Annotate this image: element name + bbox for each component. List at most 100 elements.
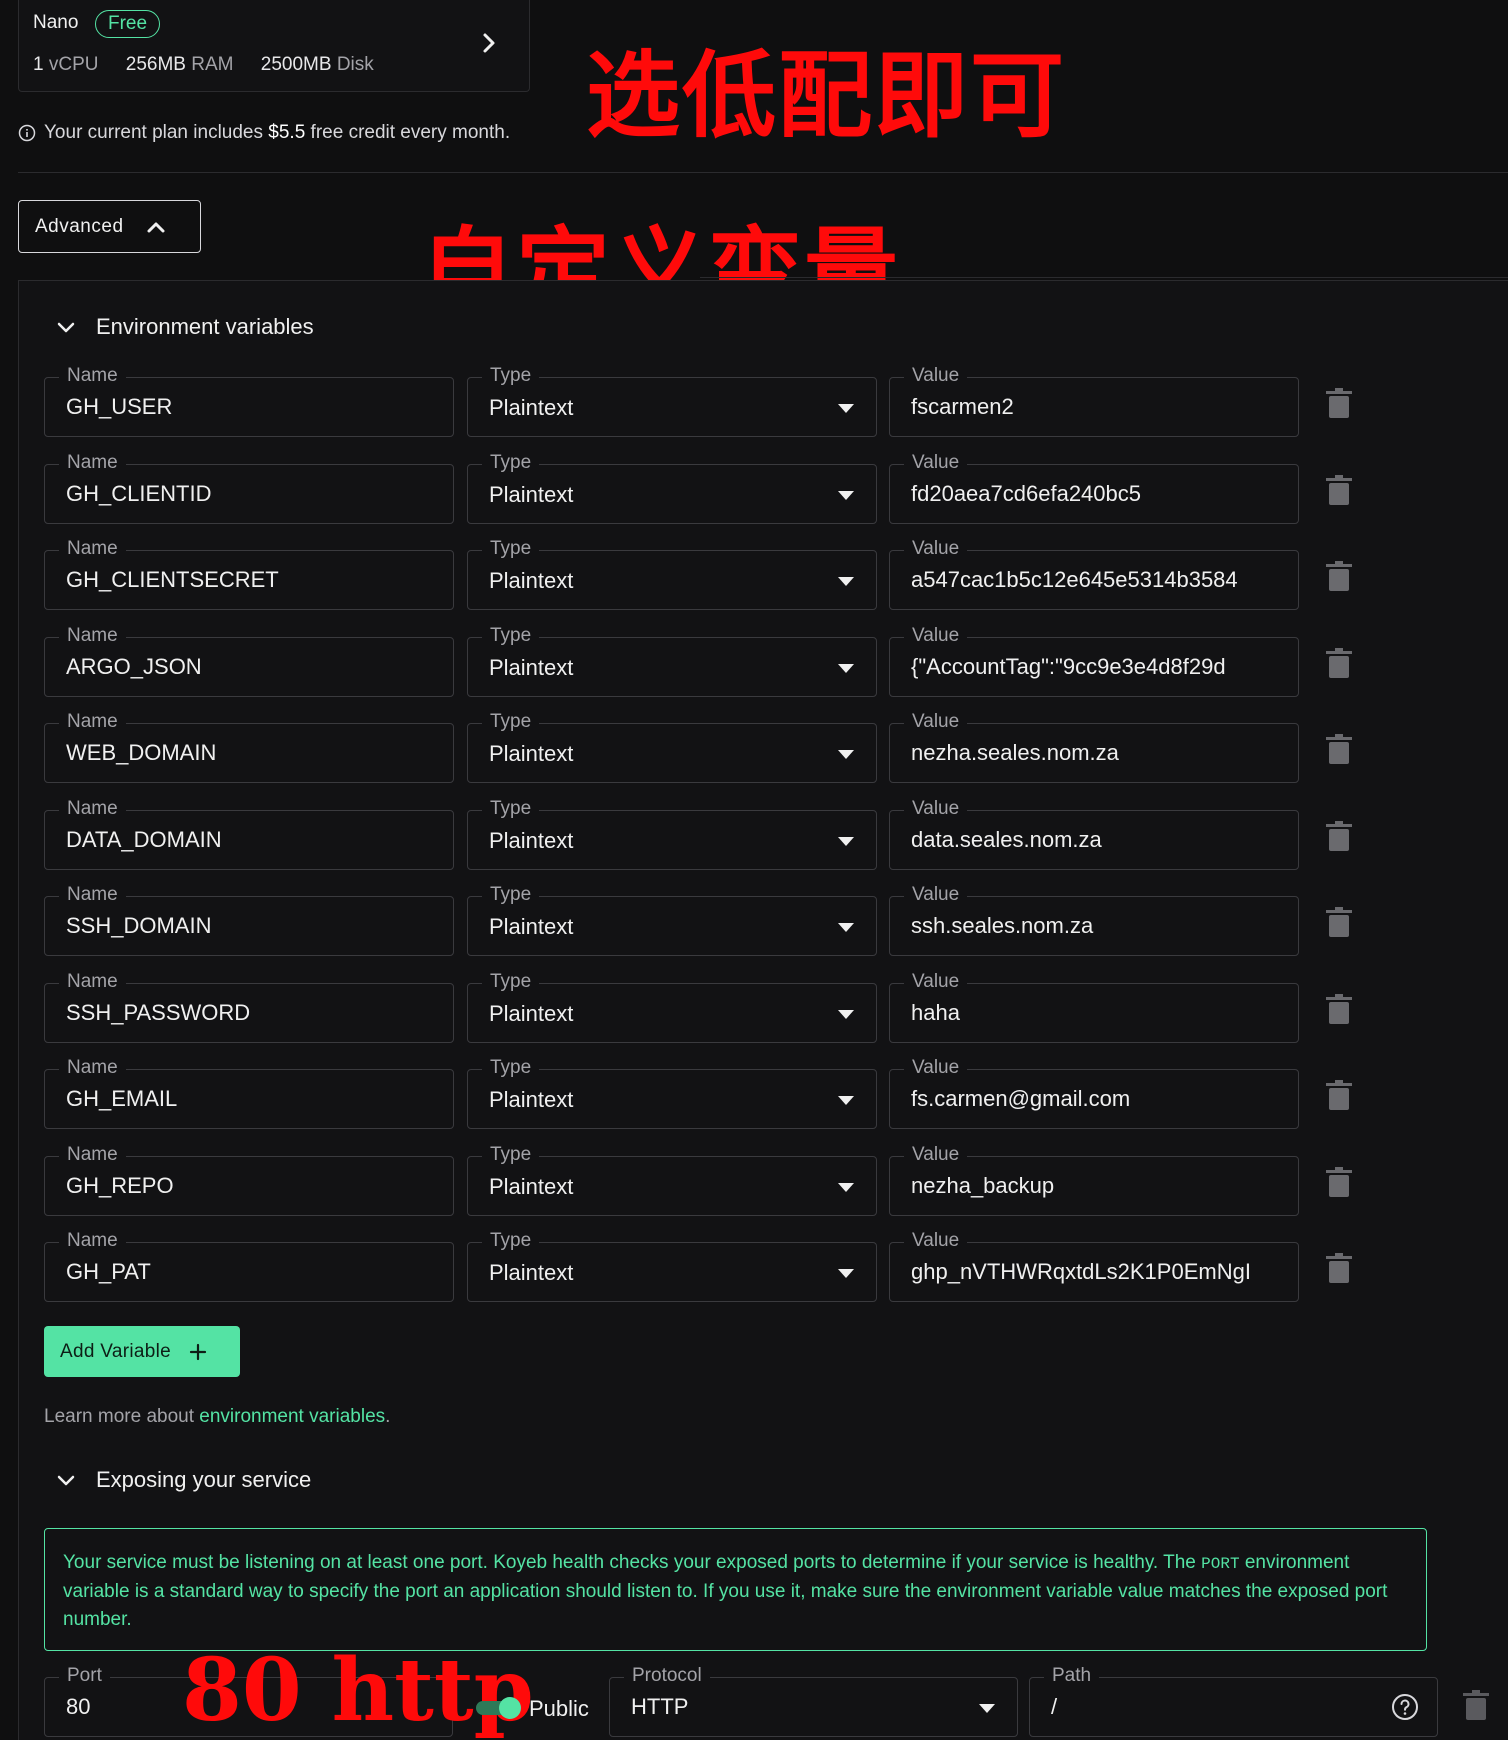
plan-name: Nano — [33, 12, 79, 33]
divider — [18, 172, 1508, 173]
type-label: Type — [482, 970, 540, 994]
disk-value: 2500MB — [260, 54, 332, 75]
env-type-select[interactable]: Type Plaintext — [467, 797, 877, 870]
delete-variable-icon[interactable] — [1326, 821, 1352, 853]
public-toggle[interactable] — [476, 1696, 524, 1720]
credit-note-suffix: free credit every month. — [305, 122, 511, 143]
credit-note: Your current plan includes $5.5 free cre… — [18, 122, 510, 144]
env-type-select[interactable]: Type Plaintext — [467, 883, 877, 956]
name-label: Name — [59, 1229, 126, 1253]
env-value-field[interactable]: Value nezha.seales.nom.za — [889, 710, 1299, 783]
env-type-select[interactable]: Type Plaintext — [467, 1056, 877, 1129]
type-label: Type — [482, 797, 540, 821]
env-value-field[interactable]: Value data.seales.nom.za — [889, 797, 1299, 870]
path-field[interactable]: Path / — [1029, 1664, 1438, 1737]
env-name-field[interactable]: Name GH_EMAIL — [44, 1056, 454, 1129]
plus-icon — [189, 1343, 207, 1360]
name-label: Name — [59, 1056, 126, 1080]
type-label: Type — [482, 451, 540, 475]
name-label: Name — [59, 451, 126, 475]
env-type-select[interactable]: Type Plaintext — [467, 624, 877, 697]
cpu-value: 1 — [33, 54, 44, 75]
caret-down-icon — [838, 577, 854, 586]
info-text-1: Your service must be listening on at lea… — [63, 1552, 1202, 1573]
delete-variable-icon[interactable] — [1326, 1080, 1352, 1112]
type-label: Type — [482, 624, 540, 648]
env-type-select[interactable]: Type Plaintext — [467, 970, 877, 1043]
port-info-box: Your service must be listening on at lea… — [44, 1528, 1427, 1651]
env-value-field[interactable]: Value fs.carmen@gmail.com — [889, 1056, 1299, 1129]
env-type-select[interactable]: Type Plaintext — [467, 537, 877, 610]
env-value-field[interactable]: Value a547cac1b5c12e645e5314b3584 — [889, 537, 1299, 610]
env-value-field[interactable]: Value haha — [889, 970, 1299, 1043]
env-type-select[interactable]: Type Plaintext — [467, 710, 877, 783]
value-value: fs.carmen@gmail.com — [911, 1086, 1131, 1111]
env-value-field[interactable]: Value nezha_backup — [889, 1143, 1299, 1216]
env-name-field[interactable]: Name GH_CLIENTSECRET — [44, 537, 454, 610]
env-value-field[interactable]: Value {"AccountTag":"9cc9e3e4d8f29d — [889, 624, 1299, 697]
advanced-label: Advanced — [35, 215, 124, 237]
env-value-field[interactable]: Value fd20aea7cd6efa240bc5 — [889, 451, 1299, 524]
value-value: ssh.seales.nom.za — [911, 913, 1094, 938]
name-label: Name — [59, 970, 126, 994]
delete-variable-icon[interactable] — [1326, 475, 1352, 507]
env-name-field[interactable]: Name WEB_DOMAIN — [44, 710, 454, 783]
env-name-field[interactable]: Name DATA_DOMAIN — [44, 797, 454, 870]
delete-variable-icon[interactable] — [1326, 561, 1352, 593]
value-value: haha — [911, 1000, 960, 1025]
learn-more-text: Learn more about environment variables. — [44, 1406, 390, 1428]
env-type-select[interactable]: Type Plaintext — [467, 1229, 877, 1302]
instance-plan-card[interactable]: Nano Free 1 vCPU 256MB RAM 2500MB Disk — [18, 0, 530, 92]
delete-variable-icon[interactable] — [1326, 388, 1352, 420]
name-value: GH_PAT — [66, 1259, 151, 1284]
protocol-select[interactable]: Protocol HTTP — [609, 1664, 1018, 1737]
name-label: Name — [59, 364, 126, 388]
chevron-right-icon — [483, 33, 495, 53]
delete-variable-icon[interactable] — [1326, 994, 1352, 1026]
env-section-toggle[interactable]: Environment variables — [56, 314, 314, 340]
env-name-field[interactable]: Name GH_CLIENTID — [44, 451, 454, 524]
type-value: Plaintext — [489, 482, 574, 507]
add-variable-button[interactable]: Add Variable — [44, 1326, 240, 1377]
delete-variable-icon[interactable] — [1326, 1253, 1352, 1285]
delete-variable-icon[interactable] — [1326, 1167, 1352, 1199]
env-value-field[interactable]: Value fscarmen2 — [889, 364, 1299, 437]
value-label: Value — [904, 970, 968, 994]
env-name-field[interactable]: Name GH_USER — [44, 364, 454, 437]
type-label: Type — [482, 1143, 540, 1167]
add-variable-label: Add Variable — [60, 1340, 171, 1362]
type-value: Plaintext — [489, 655, 574, 680]
delete-variable-icon[interactable] — [1326, 648, 1352, 680]
expose-section-toggle[interactable]: Exposing your service — [56, 1467, 311, 1493]
env-value-field[interactable]: Value ghp_nVTHWRqxtdLs2K1P0EmNgI — [889, 1229, 1299, 1302]
name-value: DATA_DOMAIN — [66, 827, 222, 852]
type-label: Type — [482, 364, 540, 388]
env-docs-link[interactable]: environment variables — [199, 1406, 385, 1427]
info-icon — [18, 124, 36, 142]
type-value: Plaintext — [489, 741, 574, 766]
disk-unit: Disk — [336, 54, 374, 75]
env-name-field[interactable]: Name SSH_DOMAIN — [44, 883, 454, 956]
advanced-toggle-button[interactable]: Advanced — [18, 200, 201, 253]
type-value: Plaintext — [489, 568, 574, 593]
delete-variable-icon[interactable] — [1326, 907, 1352, 939]
name-label: Name — [59, 624, 126, 648]
env-type-select[interactable]: Type Plaintext — [467, 1143, 877, 1216]
env-name-field[interactable]: Name ARGO_JSON — [44, 624, 454, 697]
value-label: Value — [904, 1056, 968, 1080]
type-value: Plaintext — [489, 828, 574, 853]
env-value-field[interactable]: Value ssh.seales.nom.za — [889, 883, 1299, 956]
public-label: Public — [529, 1696, 589, 1721]
learn-more-suffix: . — [385, 1406, 391, 1427]
help-icon[interactable] — [1391, 1693, 1419, 1721]
env-section-title: Environment variables — [96, 314, 314, 339]
env-name-field[interactable]: Name GH_REPO — [44, 1143, 454, 1216]
plan-specs: 1 vCPU 256MB RAM 2500MB Disk — [33, 54, 396, 76]
value-value: nezha.seales.nom.za — [911, 740, 1119, 765]
delete-port-icon[interactable] — [1463, 1690, 1489, 1722]
env-type-select[interactable]: Type Plaintext — [467, 451, 877, 524]
env-name-field[interactable]: Name SSH_PASSWORD — [44, 970, 454, 1043]
env-type-select[interactable]: Type Plaintext — [467, 364, 877, 437]
env-name-field[interactable]: Name GH_PAT — [44, 1229, 454, 1302]
delete-variable-icon[interactable] — [1326, 734, 1352, 766]
